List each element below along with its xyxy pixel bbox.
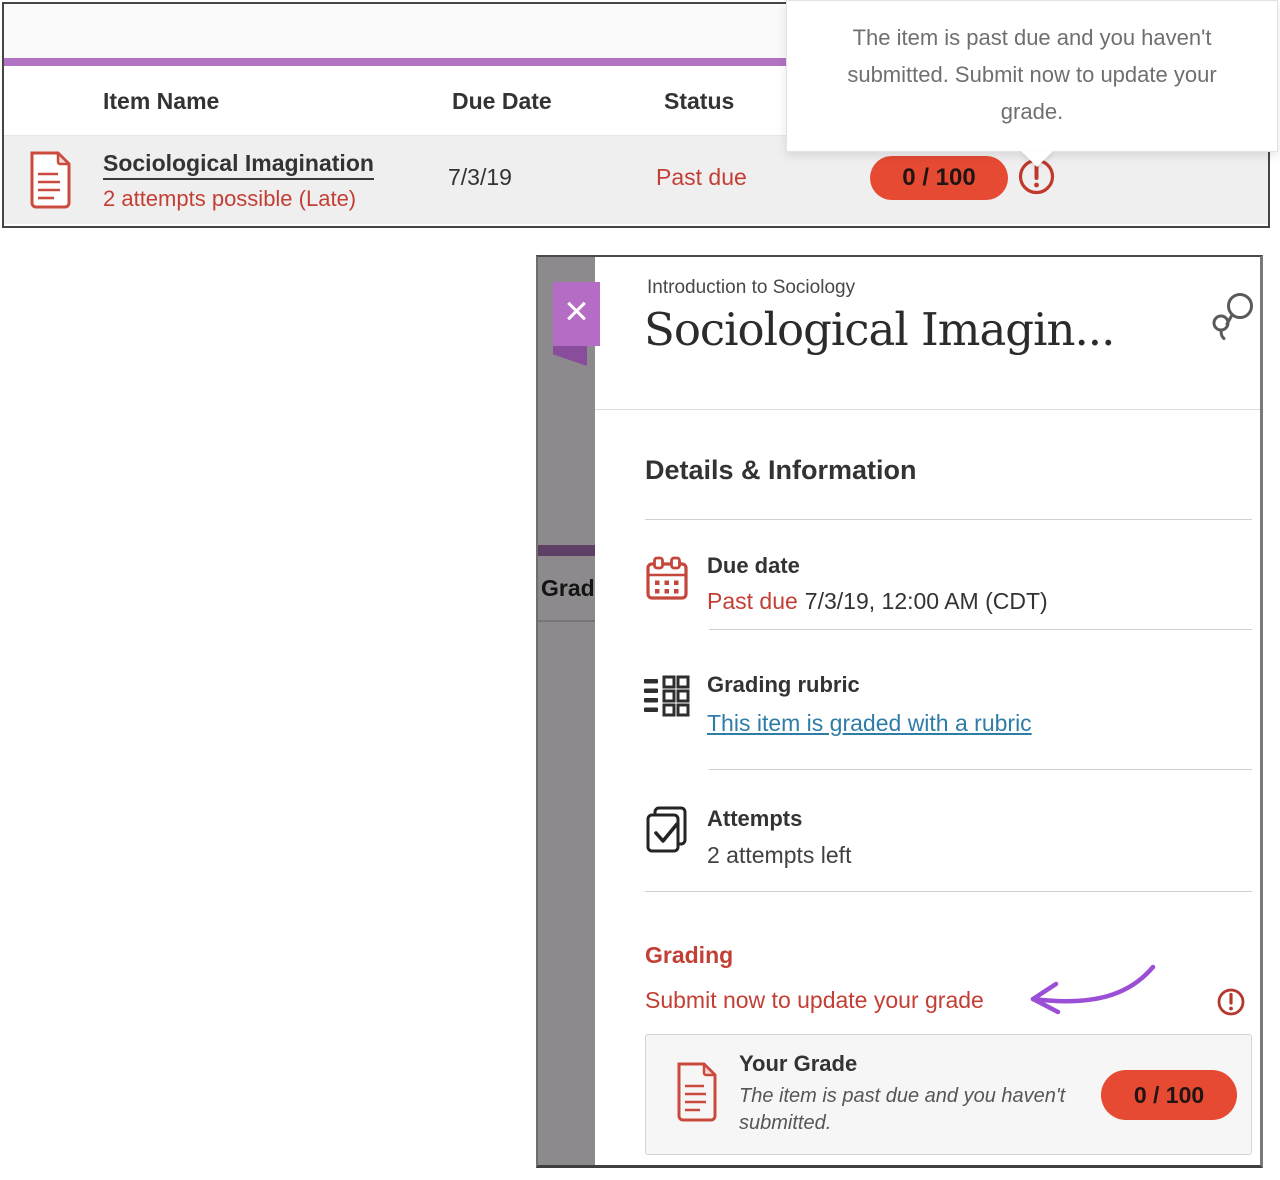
calendar-icon — [646, 556, 688, 607]
dimmed-grade-column-header: Grad — [541, 575, 595, 601]
divider — [709, 769, 1252, 770]
item-detail-panel: Introduction to Sociology Sociological I… — [595, 255, 1263, 1168]
attempts-value: 2 attempts left — [707, 842, 852, 868]
grading-warning-icon[interactable] — [1217, 988, 1245, 1021]
dimmed-page-strip: Grad — [536, 255, 595, 1168]
rubric-icon — [644, 672, 690, 725]
item-name-block: Sociological Imagination 2 attempts poss… — [103, 150, 374, 212]
column-header-due-date: Due Date — [452, 88, 552, 114]
details-heading: Details & Information — [645, 455, 917, 485]
item-title-link[interactable]: Sociological Imagination — [103, 150, 374, 180]
annotation-arrow-icon — [1003, 957, 1161, 1032]
item-attempts-note: 2 attempts possible (Late) — [103, 186, 357, 211]
your-grade-card: Your Grade The item is past due and you … — [645, 1034, 1252, 1155]
grading-heading: Grading — [645, 942, 734, 968]
conversation-icon[interactable] — [1211, 291, 1255, 350]
your-grade-pill: 0 / 100 — [1101, 1070, 1237, 1120]
due-date-value: Past due 7/3/19, 12:00 AM (CDT) — [707, 588, 1048, 615]
divider — [645, 519, 1252, 520]
grade-pill: 0 / 100 — [870, 156, 1008, 200]
column-header-item-name: Item Name — [103, 88, 220, 114]
row-status: Past due — [656, 164, 747, 190]
document-icon — [673, 1061, 719, 1128]
dimmed-row-divider — [538, 620, 595, 622]
your-grade-note: The item is past due and you haven't sub… — [739, 1085, 1066, 1134]
dimmed-accent-bar — [538, 545, 595, 556]
divider — [645, 891, 1252, 892]
attempts-icon — [644, 806, 692, 861]
rubric-label: Grading rubric — [707, 672, 860, 697]
tooltip-text: The item is past due and you haven't sub… — [847, 24, 1217, 124]
rubric-link[interactable]: This item is graded with a rubric — [707, 710, 1032, 737]
due-date-status: Past due — [707, 588, 798, 614]
column-header-status: Status — [664, 88, 735, 114]
panel-title: Sociological Imagin... — [644, 303, 1115, 356]
your-grade-label: Your Grade — [739, 1051, 858, 1076]
row-due-date: 7/3/19 — [448, 164, 512, 190]
course-label: Introduction to Sociology — [647, 277, 856, 298]
document-icon — [25, 150, 73, 215]
attempts-label: Attempts — [707, 806, 803, 831]
submit-now-message: Submit now to update your grade — [645, 987, 984, 1013]
close-icon: × — [564, 287, 589, 334]
due-date-datetime: 7/3/19, 12:00 AM (CDT) — [804, 588, 1048, 614]
close-button[interactable]: × — [553, 282, 600, 346]
screenshot-stage: Item Name Due Date Status Sociological I… — [0, 0, 1280, 1180]
divider — [709, 629, 1252, 630]
past-due-tooltip: The item is past due and you haven't sub… — [786, 0, 1278, 152]
due-date-label: Due date — [707, 553, 800, 578]
panel-header: Introduction to Sociology Sociological I… — [595, 257, 1260, 410]
